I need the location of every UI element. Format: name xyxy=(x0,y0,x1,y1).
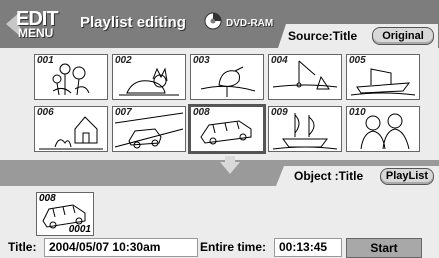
disc-icon xyxy=(204,12,222,30)
edit-menu-button[interactable]: EDIT MENU xyxy=(6,6,68,44)
playlist-button[interactable]: PlayList xyxy=(380,168,434,185)
thumbnail-006[interactable]: 006 xyxy=(34,106,108,152)
thumbnail-007[interactable]: 007 xyxy=(112,106,186,152)
thumbnail-number: 004 xyxy=(271,55,288,66)
object-panel: 008 0001 Title: 2004/05/07 10:30am Entir… xyxy=(0,186,439,258)
header-bar: EDIT MENU Playlist editing DVD-RAM Sourc… xyxy=(0,0,439,48)
title-label: Title: xyxy=(8,240,37,254)
disc-type-label: DVD-RAM xyxy=(226,18,274,29)
down-arrow-head xyxy=(220,162,240,174)
object-label: Object :Title xyxy=(294,169,364,183)
object-tab: Object :Title PlayList xyxy=(276,166,439,186)
source-label: Source:Title xyxy=(288,29,358,43)
thumbnail-number: 008 xyxy=(193,107,210,118)
menu-label: MENU xyxy=(18,26,54,40)
thumbnail-001[interactable]: 001 xyxy=(34,54,108,100)
title-value: 2004/05/07 10:30am xyxy=(44,238,198,257)
object-thumbnail-number: 008 xyxy=(39,193,56,204)
thumbnail-number: 005 xyxy=(349,55,366,66)
entire-time-label: Entire time: xyxy=(200,240,267,254)
thumbnail-number: 006 xyxy=(37,107,54,118)
object-scene-number: 0001 xyxy=(68,224,91,235)
thumbnail-009[interactable]: 009 xyxy=(268,106,342,152)
thumbnail-grid: 001 002 003 004 005 006 007 008 009 010 xyxy=(0,48,439,160)
thumbnail-number: 007 xyxy=(115,107,132,118)
thumbnail-number: 009 xyxy=(271,107,288,118)
start-button[interactable]: Start xyxy=(346,238,422,258)
thumbnail-002[interactable]: 002 xyxy=(112,54,186,100)
source-tab: Source:Title Original xyxy=(278,24,438,48)
thumbnail-003[interactable]: 003 xyxy=(190,54,264,100)
thumbnail-number: 010 xyxy=(349,107,366,118)
thumbnail-010[interactable]: 010 xyxy=(346,106,420,152)
entire-time-value: 00:13:45 xyxy=(274,238,342,257)
thumbnail-number: 001 xyxy=(37,55,54,66)
original-button[interactable]: Original xyxy=(372,27,434,45)
page-title: Playlist editing xyxy=(80,14,186,31)
object-thumbnail[interactable]: 008 0001 xyxy=(36,192,94,236)
thumbnail-number: 002 xyxy=(115,55,132,66)
thumbnail-004[interactable]: 004 xyxy=(268,54,342,100)
thumbnail-008[interactable]: 008 xyxy=(188,104,266,154)
thumbnail-005[interactable]: 005 xyxy=(346,54,420,100)
thumbnail-number: 003 xyxy=(193,55,210,66)
